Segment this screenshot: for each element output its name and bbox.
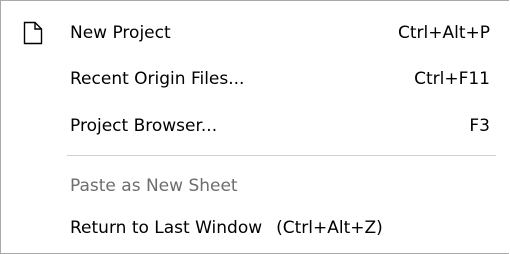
menu-item-shortcut: F3 [469,116,490,136]
menu-separator [67,155,496,156]
menu-item-new-project[interactable]: New Project Ctrl+Alt+P [1,12,509,54]
file-menu: New Project Ctrl+Alt+P Recent Origin Fil… [0,0,509,254]
new-document-icon [23,21,43,45]
menu-item-recent-origin-files[interactable]: Recent Origin Files... Ctrl+F11 [1,58,509,100]
menu-item-label: New Project [70,23,171,43]
menu-item-shortcut: (Ctrl+Alt+Z) [276,218,383,238]
menu-item-paste-as-new-sheet: Paste as New Sheet [1,165,509,207]
menu-item-shortcut: Ctrl+Alt+P [397,23,490,43]
menu-item-label: Project Browser... [70,116,218,136]
menu-item-shortcut: Ctrl+F11 [414,69,490,89]
menu-item-label: Return to Last Window [70,218,263,238]
menu-item-label: Paste as New Sheet [70,176,238,196]
menu-item-project-browser[interactable]: Project Browser... F3 [1,105,509,147]
menu-item-return-to-last-window[interactable]: Return to Last Window (Ctrl+Alt+Z) [1,207,509,249]
menu-item-label-group: Return to Last Window (Ctrl+Alt+Z) [70,218,383,238]
menu-item-label: Recent Origin Files... [70,69,245,89]
